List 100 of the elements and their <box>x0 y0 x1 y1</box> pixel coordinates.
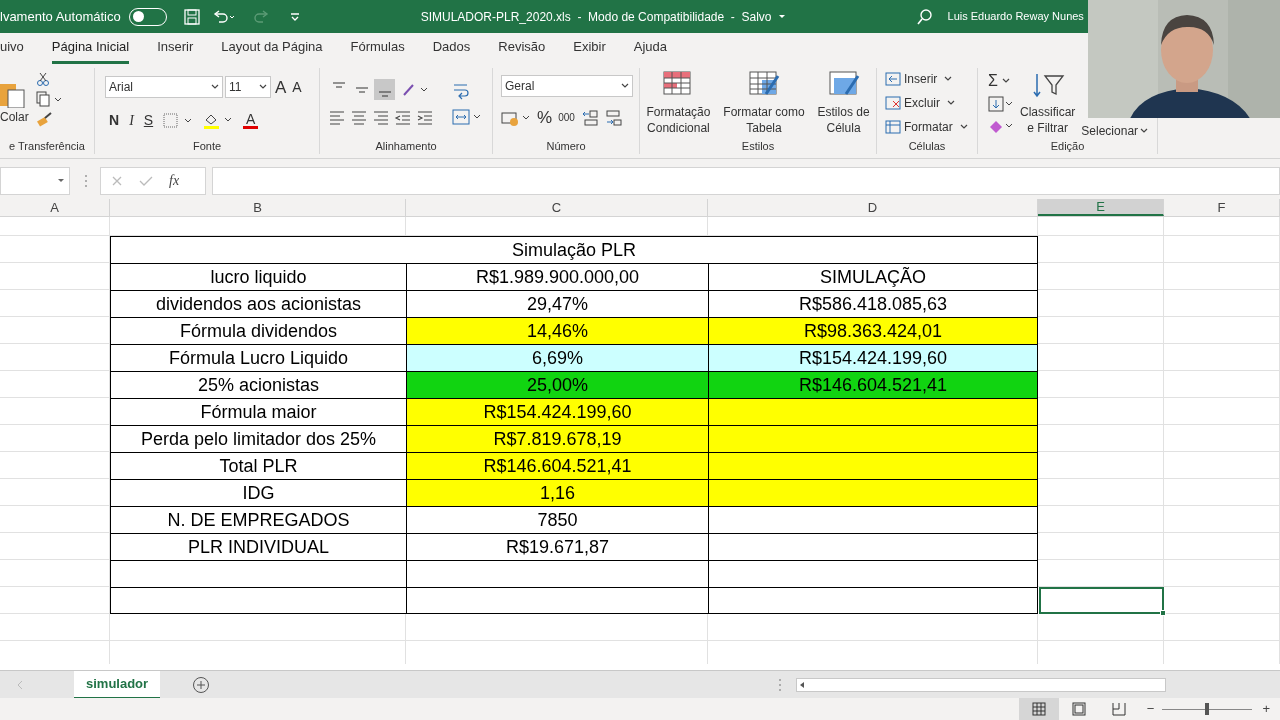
check-icon[interactable] <box>139 174 153 187</box>
sort-filter-button[interactable]: Classificar e Filtrar <box>1020 69 1076 136</box>
grid-cell[interactable] <box>1164 425 1280 452</box>
grid-cell[interactable] <box>1038 614 1164 641</box>
grid-cell[interactable] <box>1038 479 1164 506</box>
conditional-format-button[interactable]: Formatação Condicional <box>646 69 711 136</box>
grid-cell[interactable] <box>1038 425 1164 452</box>
column-header[interactable]: F <box>1164 199 1280 216</box>
add-sheet-icon[interactable] <box>192 675 211 694</box>
align-right-icon[interactable] <box>372 108 390 127</box>
grid-cell[interactable] <box>1038 217 1164 236</box>
grid-cell[interactable] <box>1038 398 1164 425</box>
grid-cell[interactable] <box>1038 236 1164 263</box>
zoom-out-button[interactable]: − <box>1146 699 1155 719</box>
grid-cell[interactable] <box>1038 290 1164 317</box>
increase-decimal-icon[interactable] <box>580 108 599 127</box>
italic-button[interactable]: I <box>129 110 134 131</box>
grid-cell[interactable] <box>0 479 110 506</box>
delete-cells-button[interactable]: Excluir <box>885 92 955 113</box>
grid-cell[interactable] <box>0 506 110 533</box>
insert-cells-button[interactable]: Inserir <box>885 68 953 89</box>
grid-cell[interactable] <box>1164 452 1280 479</box>
scroll-left-icon[interactable] <box>16 679 24 690</box>
caret-icon[interactable] <box>777 12 786 21</box>
grid-cell[interactable] <box>1038 263 1164 290</box>
grid-cell[interactable] <box>0 533 110 560</box>
grid-cell[interactable] <box>1164 614 1280 641</box>
grid-cell[interactable] <box>1164 587 1280 614</box>
copy-icon[interactable] <box>36 90 62 107</box>
grid-cell[interactable] <box>0 587 110 614</box>
grid-cell[interactable] <box>0 290 110 317</box>
grid-cell[interactable] <box>1038 452 1164 479</box>
grid-cell[interactable] <box>1164 479 1280 506</box>
cancel-icon[interactable] <box>111 174 123 187</box>
increase-indent-icon[interactable] <box>416 108 434 127</box>
grid-cell[interactable] <box>0 425 110 452</box>
save-icon[interactable] <box>182 7 201 26</box>
grid-cell[interactable] <box>1038 317 1164 344</box>
grid-cell[interactable] <box>1164 290 1280 317</box>
grid-cell[interactable] <box>0 614 110 641</box>
grid-cell[interactable] <box>1164 236 1280 263</box>
paintbrush-icon[interactable] <box>36 110 54 127</box>
grid-cell[interactable] <box>0 371 110 398</box>
decrease-decimal-icon[interactable] <box>604 108 623 127</box>
grid-cell[interactable] <box>1164 371 1280 398</box>
thousands-button[interactable]: 000 <box>558 110 575 126</box>
name-box[interactable] <box>0 166 70 195</box>
align-bottom-button[interactable] <box>374 79 395 101</box>
column-header[interactable]: C <box>406 199 708 216</box>
horizontal-scrollbar[interactable] <box>796 677 1167 692</box>
bold-button[interactable]: N <box>109 110 120 131</box>
grow-font-button[interactable]: A <box>273 74 289 100</box>
ribbon-tab[interactable]: Revisão <box>498 36 546 64</box>
grid-cell[interactable] <box>1164 506 1280 533</box>
scissors-icon[interactable] <box>36 70 50 87</box>
zoom-in-button[interactable]: + <box>1262 699 1270 719</box>
formula-input[interactable] <box>212 166 1280 195</box>
autosum-button[interactable]: Σ <box>988 70 1014 91</box>
font-color-button[interactable]: A <box>243 112 259 129</box>
font-name-field[interactable]: Arial <box>105 76 223 99</box>
font-size-field[interactable]: 11 <box>225 76 271 99</box>
borders-icon[interactable] <box>163 112 194 129</box>
number-format-field[interactable]: Geral <box>501 75 633 97</box>
grid-cell[interactable] <box>0 217 110 236</box>
underline-button[interactable]: S <box>143 110 154 131</box>
percent-button[interactable]: % <box>537 105 553 131</box>
insert-function-button[interactable]: fx <box>169 170 180 191</box>
grid-cell[interactable] <box>1164 533 1280 560</box>
grid-cell[interactable] <box>1164 344 1280 371</box>
customize-icon[interactable] <box>288 10 301 23</box>
grid-cell[interactable] <box>1164 317 1280 344</box>
grid-cell[interactable] <box>0 236 110 263</box>
grid-cell[interactable] <box>1164 217 1280 236</box>
grid-cell[interactable] <box>110 614 406 641</box>
merge-cells-icon[interactable] <box>452 108 482 127</box>
slider-thumb[interactable] <box>1205 703 1210 715</box>
grid-cell[interactable] <box>0 560 110 587</box>
ribbon-tab[interactable]: Ajuda <box>633 36 667 64</box>
cell-styles-button[interactable]: Estilos de Célula <box>817 69 870 136</box>
grid-cell[interactable] <box>0 263 110 290</box>
normal-view-button[interactable] <box>1018 698 1059 720</box>
align-center-icon[interactable] <box>350 108 368 127</box>
grid-cell[interactable] <box>406 614 708 641</box>
ribbon-tab[interactable]: Dados <box>432 36 471 64</box>
column-header[interactable]: A <box>0 199 110 216</box>
grid-cell[interactable] <box>1038 533 1164 560</box>
grid-cell[interactable] <box>0 398 110 425</box>
search-icon[interactable] <box>915 7 934 26</box>
grid-cell[interactable] <box>1164 263 1280 290</box>
grid-cell[interactable] <box>1164 560 1280 587</box>
ribbon-tab[interactable]: Inserir <box>157 36 194 64</box>
format-cells-button[interactable]: Formatar <box>885 116 968 137</box>
format-table-button[interactable]: Formatar como Tabela <box>723 69 805 136</box>
sheet-tab[interactable]: simulador <box>74 670 161 699</box>
column-header[interactable]: E <box>1038 199 1164 216</box>
grid-cell[interactable] <box>1038 506 1164 533</box>
grid-cell[interactable] <box>0 317 110 344</box>
grid-cell[interactable] <box>1038 560 1164 587</box>
zoom-slider[interactable] <box>1160 703 1255 715</box>
select-button[interactable]: Selecionar <box>1081 121 1149 140</box>
